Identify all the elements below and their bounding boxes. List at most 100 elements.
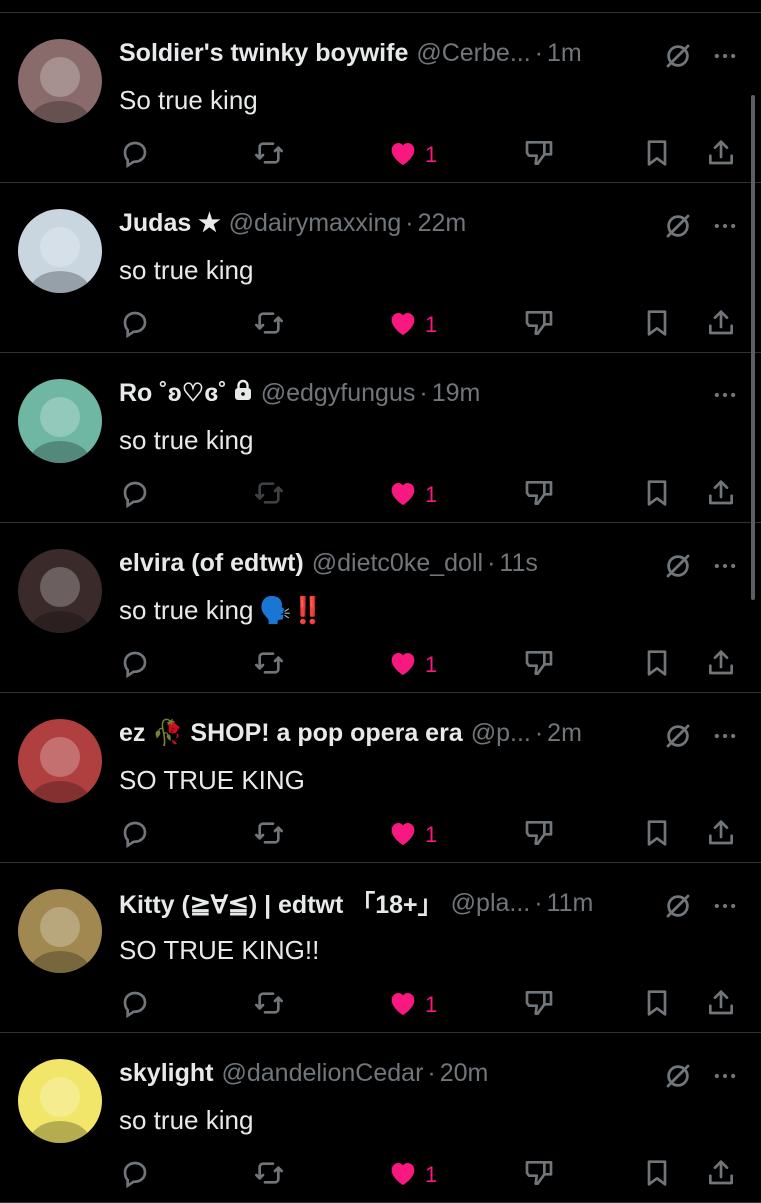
like-button[interactable]: 1 (387, 1153, 437, 1197)
reply-item[interactable]: Judas ★ @dairymaxxing · 22m so true king… (0, 183, 761, 353)
avatar[interactable] (18, 1059, 102, 1143)
muted-icon[interactable] (663, 211, 693, 241)
bookmark-button[interactable] (641, 133, 673, 177)
like-button[interactable]: 1 (387, 813, 437, 857)
share-icon (705, 137, 737, 174)
reply-item[interactable]: Ro ˚ʚ♡ɞ˚ @edgyfungus · 19m so true king … (0, 353, 761, 523)
bookmark-icon (641, 817, 673, 854)
dislike-button[interactable] (523, 303, 555, 347)
bookmark-button[interactable] (641, 643, 673, 687)
repost-button[interactable] (253, 983, 285, 1027)
reply-item[interactable]: skylight @dandelionCedar · 20m so true k… (0, 1033, 761, 1203)
repost-button[interactable] (253, 133, 285, 177)
bookmark-button[interactable] (641, 303, 673, 347)
share-button[interactable] (705, 983, 737, 1027)
dislike-button[interactable] (523, 473, 555, 517)
share-button[interactable] (705, 643, 737, 687)
reply-item[interactable]: Kitty (≧∀≦) | edtwt 「18+」 @pla... · 11m … (0, 863, 761, 1033)
like-button[interactable]: 1 (387, 133, 437, 177)
more-icon[interactable] (711, 381, 739, 409)
dislike-button[interactable] (523, 983, 555, 1027)
reply-button[interactable] (119, 643, 151, 687)
timestamp[interactable]: 22m (418, 209, 467, 238)
like-button[interactable]: 1 (387, 643, 437, 687)
share-button[interactable] (705, 813, 737, 857)
timestamp[interactable]: 1m (547, 39, 582, 68)
muted-icon[interactable] (663, 1061, 693, 1091)
like-button[interactable]: 1 (387, 473, 437, 517)
reply-item[interactable]: Soldier's twinky boywife @Cerbe... · 1m … (0, 13, 761, 183)
reply-button[interactable] (119, 133, 151, 177)
repost-button[interactable] (253, 813, 285, 857)
share-button[interactable] (705, 133, 737, 177)
display-name[interactable]: Kitty (≧∀≦) | edtwt 「18+」 (119, 885, 443, 921)
share-button[interactable] (705, 303, 737, 347)
user-handle[interactable]: @dairymaxxing (229, 209, 402, 238)
display-name[interactable]: elvira (of edtwt) (119, 549, 304, 578)
display-name[interactable]: skylight (119, 1059, 213, 1088)
user-handle[interactable]: @edgyfungus (261, 379, 416, 408)
separator-dot: · (534, 718, 544, 747)
reply-button[interactable] (119, 473, 151, 517)
avatar[interactable] (18, 889, 102, 973)
reply-text-content: so true king (119, 1105, 254, 1135)
repost-button[interactable] (253, 303, 285, 347)
like-button[interactable]: 1 (387, 983, 437, 1027)
scrollbar[interactable] (751, 95, 755, 600)
avatar[interactable] (18, 39, 102, 123)
repost-button[interactable] (253, 643, 285, 687)
timestamp[interactable]: 11s (499, 549, 537, 578)
display-name[interactable]: ez 🥀 SHOP! a pop opera era (119, 719, 463, 748)
dislike-icon (523, 477, 555, 514)
bookmark-button[interactable] (641, 983, 673, 1027)
muted-icon[interactable] (663, 551, 693, 581)
display-name[interactable]: Ro ˚ʚ♡ɞ˚ (119, 378, 227, 408)
muted-icon[interactable] (663, 721, 693, 751)
reply-item[interactable]: ez 🥀 SHOP! a pop opera era @p... · 2m SO… (0, 693, 761, 863)
repost-icon (253, 817, 285, 854)
more-icon[interactable] (711, 722, 739, 750)
timestamp[interactable]: 20m (440, 1059, 489, 1088)
avatar[interactable] (18, 209, 102, 293)
dislike-button[interactable] (523, 133, 555, 177)
more-icon[interactable] (711, 552, 739, 580)
avatar[interactable] (18, 379, 102, 463)
user-handle[interactable]: @dietc0ke_doll (312, 549, 483, 578)
bookmark-button[interactable] (641, 1153, 673, 1197)
more-icon[interactable] (711, 892, 739, 920)
timestamp[interactable]: 11m (547, 889, 594, 918)
user-handle[interactable]: @pla... (451, 889, 531, 918)
avatar[interactable] (18, 719, 102, 803)
bookmark-button[interactable] (641, 813, 673, 857)
avatar[interactable] (18, 549, 102, 633)
display-name[interactable]: Judas ★ (119, 208, 221, 238)
reply-button[interactable] (119, 303, 151, 347)
share-button[interactable] (705, 1153, 737, 1197)
dislike-button[interactable] (523, 643, 555, 687)
timestamp[interactable]: 2m (547, 719, 582, 748)
repost-button[interactable] (253, 1153, 285, 1197)
share-button[interactable] (705, 473, 737, 517)
reply-button[interactable] (119, 983, 151, 1027)
like-button[interactable]: 1 (387, 303, 437, 347)
dislike-button[interactable] (523, 1153, 555, 1197)
repost-button[interactable] (253, 473, 285, 517)
user-handle[interactable]: @Cerbe... (416, 39, 530, 68)
reply-icon (119, 647, 151, 684)
reply-item[interactable]: elvira (of edtwt) @dietc0ke_doll · 11s s… (0, 523, 761, 693)
user-handle[interactable]: @p... (471, 719, 531, 748)
action-bar: 1 (119, 983, 741, 1027)
muted-icon[interactable] (663, 41, 693, 71)
dislike-button[interactable] (523, 813, 555, 857)
user-handle[interactable]: @dandelionCedar (221, 1059, 423, 1088)
muted-icon[interactable] (663, 891, 693, 921)
timestamp[interactable]: 19m (432, 379, 481, 408)
more-icon[interactable] (711, 42, 739, 70)
reply-icon (119, 137, 151, 174)
display-name[interactable]: Soldier's twinky boywife (119, 39, 408, 68)
more-icon[interactable] (711, 1062, 739, 1090)
reply-button[interactable] (119, 1153, 151, 1197)
bookmark-button[interactable] (641, 473, 673, 517)
more-icon[interactable] (711, 212, 739, 240)
reply-button[interactable] (119, 813, 151, 857)
